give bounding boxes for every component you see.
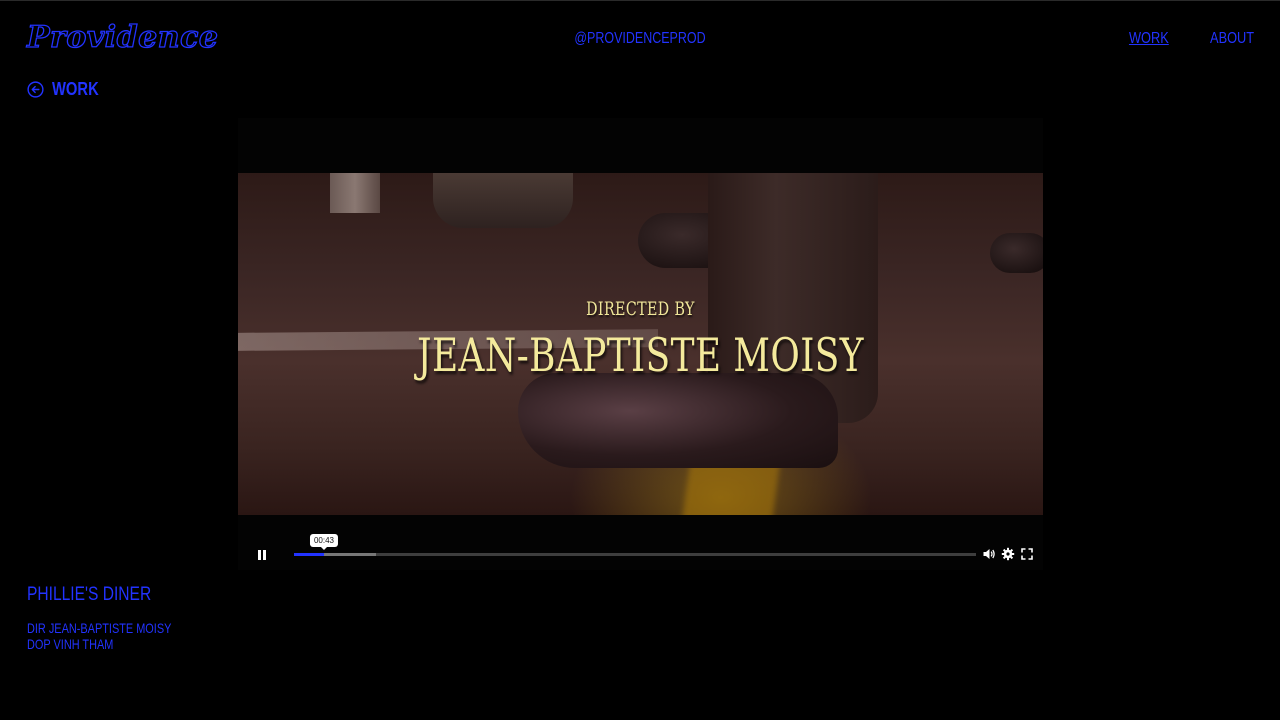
- fullscreen-icon[interactable]: [1020, 547, 1034, 561]
- video-player[interactable]: DIRECTED BY JEAN-BAPTISTE MOISY 00:43: [238, 118, 1043, 570]
- project-info: PHILLIE'S DINER DIR JEAN-BAPTISTE MOISY …: [27, 584, 212, 652]
- credit-director: DIR JEAN-BAPTISTE MOISY: [27, 620, 172, 636]
- instagram-handle-link[interactable]: @PROVIDENCEPROD: [574, 30, 705, 47]
- scene-shoe-front: [518, 373, 838, 468]
- progress-bar[interactable]: 00:43: [294, 534, 976, 556]
- nav-link-work[interactable]: WORK: [1129, 29, 1169, 49]
- project-credits: DIR JEAN-BAPTISTE MOISY DOP VINH THAM: [27, 620, 212, 652]
- video-credit-director-name: JEAN-BAPTISTE MOISY: [417, 328, 864, 382]
- scene-pole: [330, 173, 380, 213]
- arrow-left-circle-icon: [27, 80, 44, 98]
- gear-icon[interactable]: [1001, 547, 1015, 561]
- instagram-handle-wrap: @PROVIDENCEPROD: [141, 29, 1139, 49]
- volume-icon[interactable]: [982, 547, 996, 561]
- nav-link-about[interactable]: ABOUT: [1210, 29, 1254, 49]
- video-controls: 00:43: [238, 534, 1043, 570]
- scene-shoe-far: [990, 233, 1043, 273]
- video-frame[interactable]: DIRECTED BY JEAN-BAPTISTE MOISY: [238, 173, 1043, 515]
- progress-played: [294, 553, 324, 556]
- pause-icon[interactable]: [256, 549, 268, 561]
- top-border: [0, 0, 1280, 1]
- back-link-label: WORK: [52, 79, 99, 99]
- project-title: PHILLIE'S DINER: [27, 584, 152, 605]
- current-time-tooltip: 00:43: [309, 534, 339, 550]
- back-to-work-link[interactable]: WORK: [27, 79, 109, 99]
- scene-planter: [433, 173, 573, 228]
- site-logo[interactable]: Providence: [26, 18, 218, 58]
- video-credit-directed-by: DIRECTED BY: [586, 298, 695, 320]
- credit-dop: DOP VINH THAM: [27, 636, 114, 652]
- main-nav: WORK ABOUT: [1119, 29, 1254, 49]
